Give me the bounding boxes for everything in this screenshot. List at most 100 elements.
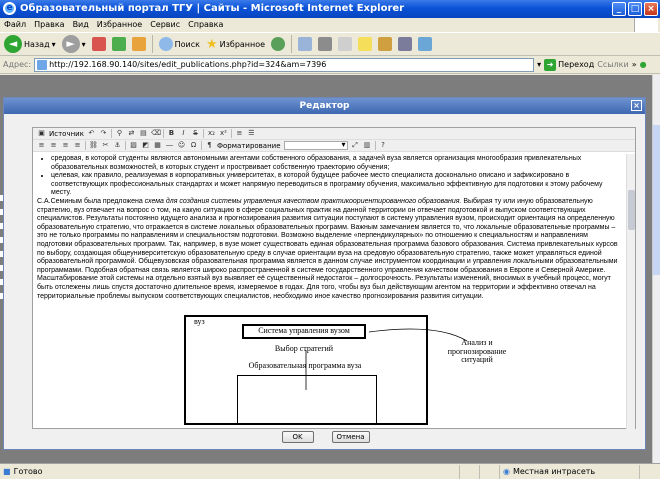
paragraph-emphasis: схема для создания системы управления ка… bbox=[144, 197, 462, 205]
menu-file[interactable]: Файл bbox=[4, 18, 26, 32]
search-icon bbox=[158, 37, 173, 51]
bulleted-list-icon[interactable]: ☰ bbox=[247, 129, 256, 138]
unlink-icon[interactable]: ✂ bbox=[101, 141, 110, 150]
folder-icon[interactable] bbox=[378, 37, 393, 51]
stop-icon[interactable] bbox=[91, 37, 106, 51]
chevron-right-icon: » bbox=[631, 60, 637, 69]
numbered-list-icon[interactable]: ≡ bbox=[235, 129, 244, 138]
anchor-icon[interactable]: ⚓ bbox=[113, 141, 122, 150]
menu-view[interactable]: Вид bbox=[73, 18, 89, 32]
refresh-icon[interactable] bbox=[111, 37, 126, 51]
address-url: http://192.168.90.140/sites/edit_publica… bbox=[49, 59, 327, 69]
format-label: Форматирование bbox=[217, 141, 281, 150]
menu-favorites[interactable]: Избранное bbox=[97, 18, 142, 32]
back-button[interactable]: ◄ Назад ▾ bbox=[4, 35, 56, 53]
source-icon[interactable]: ▣ bbox=[37, 129, 46, 138]
favorites-button[interactable]: ★ Избранное bbox=[206, 37, 265, 52]
strike-icon[interactable]: S bbox=[191, 129, 200, 138]
star-icon: ★ bbox=[205, 36, 218, 52]
messenger-icon[interactable] bbox=[358, 37, 373, 51]
format-icon: ¶ bbox=[207, 141, 212, 149]
minimize-button[interactable]: _ bbox=[612, 2, 626, 16]
source-button[interactable]: Источник bbox=[49, 130, 84, 138]
editor-scrollbar-thumb[interactable] bbox=[628, 190, 635, 230]
italic-icon[interactable]: I bbox=[179, 129, 188, 138]
align-right-icon[interactable]: ≡ bbox=[61, 141, 70, 150]
hr-icon[interactable]: ― bbox=[165, 141, 174, 150]
remove-format-icon[interactable]: ⌫ bbox=[151, 129, 161, 138]
editor-scrollbar[interactable] bbox=[626, 154, 635, 429]
page-scrollbar[interactable] bbox=[652, 75, 660, 463]
menu-edit[interactable]: Правка bbox=[34, 18, 64, 32]
edit-icon[interactable] bbox=[338, 37, 353, 51]
superscript-icon[interactable]: x² bbox=[219, 129, 228, 138]
addon-icon[interactable]: ● bbox=[640, 60, 647, 69]
strategy-list: средовая, в которой студенты являются ав… bbox=[37, 155, 624, 198]
list-item: средовая, в которой студенты являются ав… bbox=[51, 155, 624, 172]
address-dropdown-icon[interactable]: ▾ bbox=[537, 60, 541, 69]
bold-icon[interactable]: B bbox=[167, 129, 176, 138]
editor-dialog: Редактор × ▣ Источник ↶ ↷ ⚲ ⇄ ▤ ⌫ B I S … bbox=[3, 97, 646, 450]
cancel-button[interactable]: Отмена bbox=[331, 431, 370, 443]
image-icon[interactable]: ▨ bbox=[129, 141, 138, 150]
mail-icon[interactable] bbox=[298, 37, 313, 51]
chevron-down-icon: ▾ bbox=[81, 39, 86, 49]
status-zone: ◉ Местная интрасеть bbox=[500, 464, 640, 479]
align-left-icon[interactable]: ≡ bbox=[37, 141, 46, 150]
smiley-icon[interactable]: ☺ bbox=[177, 141, 186, 150]
page-done-icon: ■ bbox=[3, 467, 11, 476]
status-text: Готово bbox=[13, 467, 43, 476]
back-label: Назад bbox=[24, 39, 50, 49]
toolbar-separator bbox=[291, 35, 293, 53]
select-all-icon[interactable]: ▤ bbox=[139, 129, 148, 138]
research-icon[interactable] bbox=[398, 37, 413, 51]
page-icon bbox=[37, 59, 48, 70]
menu-tools[interactable]: Сервис bbox=[150, 18, 180, 32]
ok-button[interactable]: OK bbox=[281, 431, 314, 443]
help-icon[interactable]: ? bbox=[379, 141, 388, 150]
page-scrollbar-thumb[interactable] bbox=[653, 125, 660, 275]
address-input[interactable]: http://192.168.90.140/sites/edit_publica… bbox=[34, 57, 535, 72]
align-center-icon[interactable]: ≡ bbox=[49, 141, 58, 150]
print-icon[interactable] bbox=[318, 37, 333, 51]
people-icon[interactable] bbox=[418, 37, 433, 51]
table-icon[interactable]: ▦ bbox=[153, 141, 162, 150]
maximize-editor-icon[interactable]: ⤢ bbox=[351, 141, 360, 150]
flash-icon[interactable]: ◩ bbox=[141, 141, 150, 150]
redo-icon[interactable]: ↷ bbox=[99, 129, 108, 138]
menu-bar: Файл Правка Вид Избранное Сервис Справка bbox=[0, 18, 660, 32]
body-paragraph: С.А.Семиным была предложена схема для со… bbox=[37, 198, 624, 301]
go-button[interactable]: ➜ Переход bbox=[544, 58, 595, 71]
status-zone-label: Местная интрасеть bbox=[512, 467, 596, 476]
link-icon[interactable]: ⛓ bbox=[89, 141, 98, 150]
go-arrow-icon: ➜ bbox=[544, 58, 557, 71]
menu-help[interactable]: Справка bbox=[188, 18, 223, 32]
replace-icon[interactable]: ⇄ bbox=[127, 129, 136, 138]
back-arrow-icon: ◄ bbox=[4, 35, 22, 53]
search-button[interactable]: Поиск bbox=[158, 37, 200, 51]
format-select[interactable] bbox=[283, 140, 348, 150]
dialog-close-button[interactable]: × bbox=[631, 100, 642, 111]
address-label: Адрес: bbox=[3, 60, 32, 69]
home-icon[interactable] bbox=[131, 37, 146, 51]
close-button[interactable]: × bbox=[644, 2, 658, 16]
forward-arrow-icon: ► bbox=[61, 35, 80, 53]
subscript-icon[interactable]: x₂ bbox=[207, 129, 216, 138]
show-blocks-icon[interactable]: ▥ bbox=[363, 141, 372, 150]
address-bar: Адрес: http://192.168.90.140/sites/edit_… bbox=[0, 56, 660, 74]
justify-icon[interactable]: ≡ bbox=[73, 141, 82, 150]
forward-button[interactable]: ► ▾ bbox=[61, 35, 86, 53]
go-label: Переход bbox=[558, 60, 595, 69]
find-icon[interactable]: ⚲ bbox=[115, 129, 124, 138]
windows-logo-icon bbox=[634, 18, 658, 32]
editor-content[interactable]: средовая, в которой студенты являются ав… bbox=[33, 154, 627, 429]
special-char-icon[interactable]: Ω bbox=[189, 141, 198, 150]
maximize-button[interactable]: □ bbox=[628, 2, 642, 16]
dialog-title: Редактор bbox=[299, 101, 350, 111]
status-cell-empty bbox=[480, 464, 500, 479]
history-icon[interactable] bbox=[271, 37, 286, 51]
undo-icon[interactable]: ↶ bbox=[87, 129, 96, 138]
toolbar-separator bbox=[151, 35, 153, 53]
window-title-bar: e Образовательный портал ТГУ | Сайты - M… bbox=[0, 0, 660, 18]
links-label[interactable]: Ссылки bbox=[597, 60, 628, 69]
